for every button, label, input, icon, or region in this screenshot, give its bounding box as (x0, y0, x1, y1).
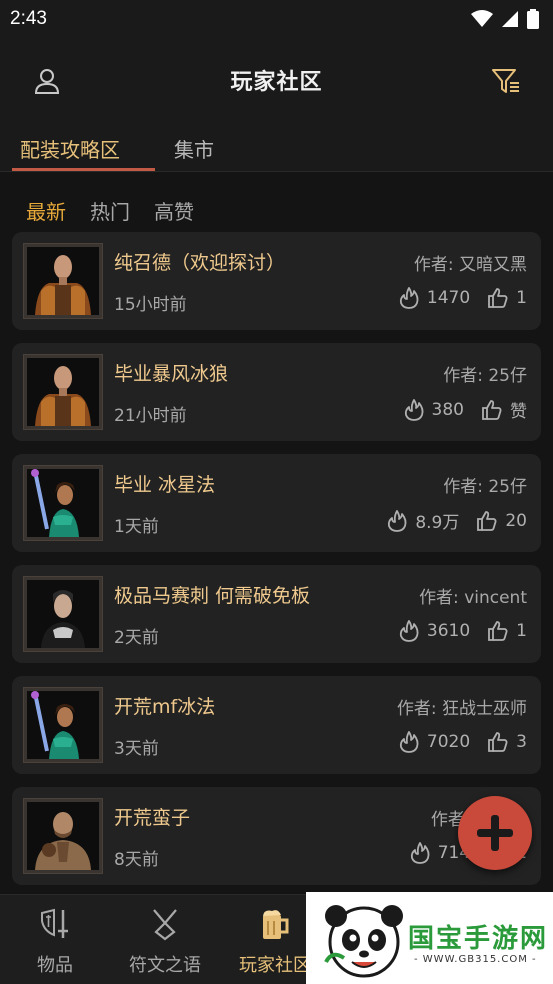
post-time: 15小时前 (114, 295, 187, 315)
status-time: 2:43 (10, 8, 47, 29)
watermark-url: - WWW.GB315.COM - (414, 954, 537, 965)
post-title: 开荒蛮子 (114, 807, 191, 829)
post-title: 纯召德（欢迎探讨） (114, 252, 286, 274)
post-time: 8天前 (114, 850, 159, 870)
fire-icon (399, 731, 419, 753)
like-count: 赞 (510, 402, 527, 422)
post-time: 21小时前 (114, 406, 187, 426)
post-card[interactable]: 纯召德（欢迎探讨） 作者: 又暗又黑 15小时前 1470 1 (12, 232, 541, 330)
battery-icon (527, 9, 539, 29)
fire-icon (399, 620, 419, 642)
heat-count: 8.9万 (415, 513, 460, 533)
post-time: 1天前 (114, 517, 159, 537)
sort-tabs: 最新 热门 高赞 (26, 196, 194, 225)
beer-mug-icon (263, 910, 289, 939)
post-stats: 1470 1 (397, 286, 527, 310)
user-icon (34, 69, 60, 94)
filter-icon (492, 69, 519, 93)
post-stats: 8.9万 20 (385, 508, 527, 533)
filter-button[interactable] (491, 66, 521, 96)
fire-icon (410, 842, 430, 864)
post-stats: 3610 1 (397, 619, 527, 643)
heat-count: 3610 (426, 621, 471, 641)
thumbs-up-icon[interactable] (480, 398, 504, 422)
watermark-logo: 国宝手游网 - WWW.GB315.COM - (306, 892, 553, 984)
like-count: 20 (505, 510, 527, 531)
wifi-icon (471, 10, 493, 27)
sorceress-portrait (24, 688, 102, 762)
post-author: 作者: 又暗又黑 (413, 255, 527, 275)
profile-button[interactable] (32, 66, 62, 96)
druid-portrait (24, 355, 102, 429)
post-author: 作者: 25仔 (443, 366, 527, 386)
status-bar: 2:43 (0, 0, 553, 38)
sort-tab-top-liked[interactable]: 高赞 (154, 196, 194, 225)
main-tabs: 配装攻略区 集市 (0, 122, 553, 172)
post-title: 极品马赛刺 何需破免板 (114, 585, 311, 607)
fire-icon (404, 398, 424, 421)
thumbs-up-icon[interactable] (475, 509, 499, 533)
system-icons (471, 9, 539, 29)
post-time: 3天前 (114, 739, 159, 759)
nav-item-runewords[interactable]: 符文之语 (110, 895, 220, 984)
sort-tab-hot[interactable]: 热门 (90, 196, 130, 225)
sorceress-portrait (24, 466, 102, 540)
post-stats: 380 赞 (402, 397, 527, 422)
post-author: 作者: 狂战士巫师 (396, 699, 527, 719)
barbarian-portrait (24, 799, 102, 873)
post-card[interactable]: 开荒mf冰法 作者: 狂战士巫师 3天前 7020 3 (12, 676, 541, 774)
active-tab-indicator (12, 168, 155, 171)
app-bar: 玩家社区 (0, 38, 553, 122)
nav-label-items: 物品 (37, 955, 73, 976)
post-card[interactable]: 极品马赛刺 何需破免板 作者: vincent 2天前 3610 1 (12, 565, 541, 663)
fire-icon (399, 287, 419, 309)
heat-count: 380 (431, 399, 464, 420)
create-post-button[interactable] (458, 796, 532, 870)
panda-logo-icon (324, 905, 403, 978)
rune-icon (153, 909, 177, 941)
plus-icon (477, 815, 513, 851)
signal-icon (502, 11, 518, 27)
nav-item-items[interactable]: 物品 (0, 895, 110, 984)
post-author: 作者: vincent (419, 588, 527, 608)
post-title: 毕业 冰星法 (114, 474, 216, 496)
tab-build-guides[interactable]: 配装攻略区 (20, 134, 120, 163)
watermark-text: 国宝手游网 (408, 924, 549, 954)
fire-icon (388, 509, 407, 532)
like-count: 1 (516, 288, 527, 308)
shield-sword-icon (41, 908, 68, 938)
post-card[interactable]: 毕业暴风冰狼 作者: 25仔 21小时前 380 赞 (12, 343, 541, 441)
thumbs-up-icon[interactable] (486, 619, 510, 643)
sort-tab-latest[interactable]: 最新 (26, 196, 66, 225)
post-title: 开荒mf冰法 (114, 696, 216, 718)
tab-market[interactable]: 集市 (174, 134, 214, 163)
nav-label-runewords: 符文之语 (129, 955, 201, 976)
like-count: 1 (516, 621, 527, 641)
thumbs-up-icon[interactable] (486, 730, 510, 754)
heat-count: 7020 (426, 732, 471, 752)
page-title: 玩家社区 (230, 70, 323, 95)
heat-count: 1470 (426, 288, 471, 308)
post-card[interactable]: 毕业 冰星法 作者: 25仔 1天前 8.9万 20 (12, 454, 541, 552)
post-title: 毕业暴风冰狼 (114, 363, 229, 385)
post-time: 2天前 (114, 628, 159, 648)
post-stats: 7020 3 (397, 730, 527, 754)
druid-portrait (24, 244, 102, 318)
assassin-portrait (24, 577, 102, 651)
post-author: 作者: 25仔 (443, 477, 527, 497)
like-count: 3 (516, 732, 527, 752)
thumbs-up-icon[interactable] (486, 286, 510, 310)
